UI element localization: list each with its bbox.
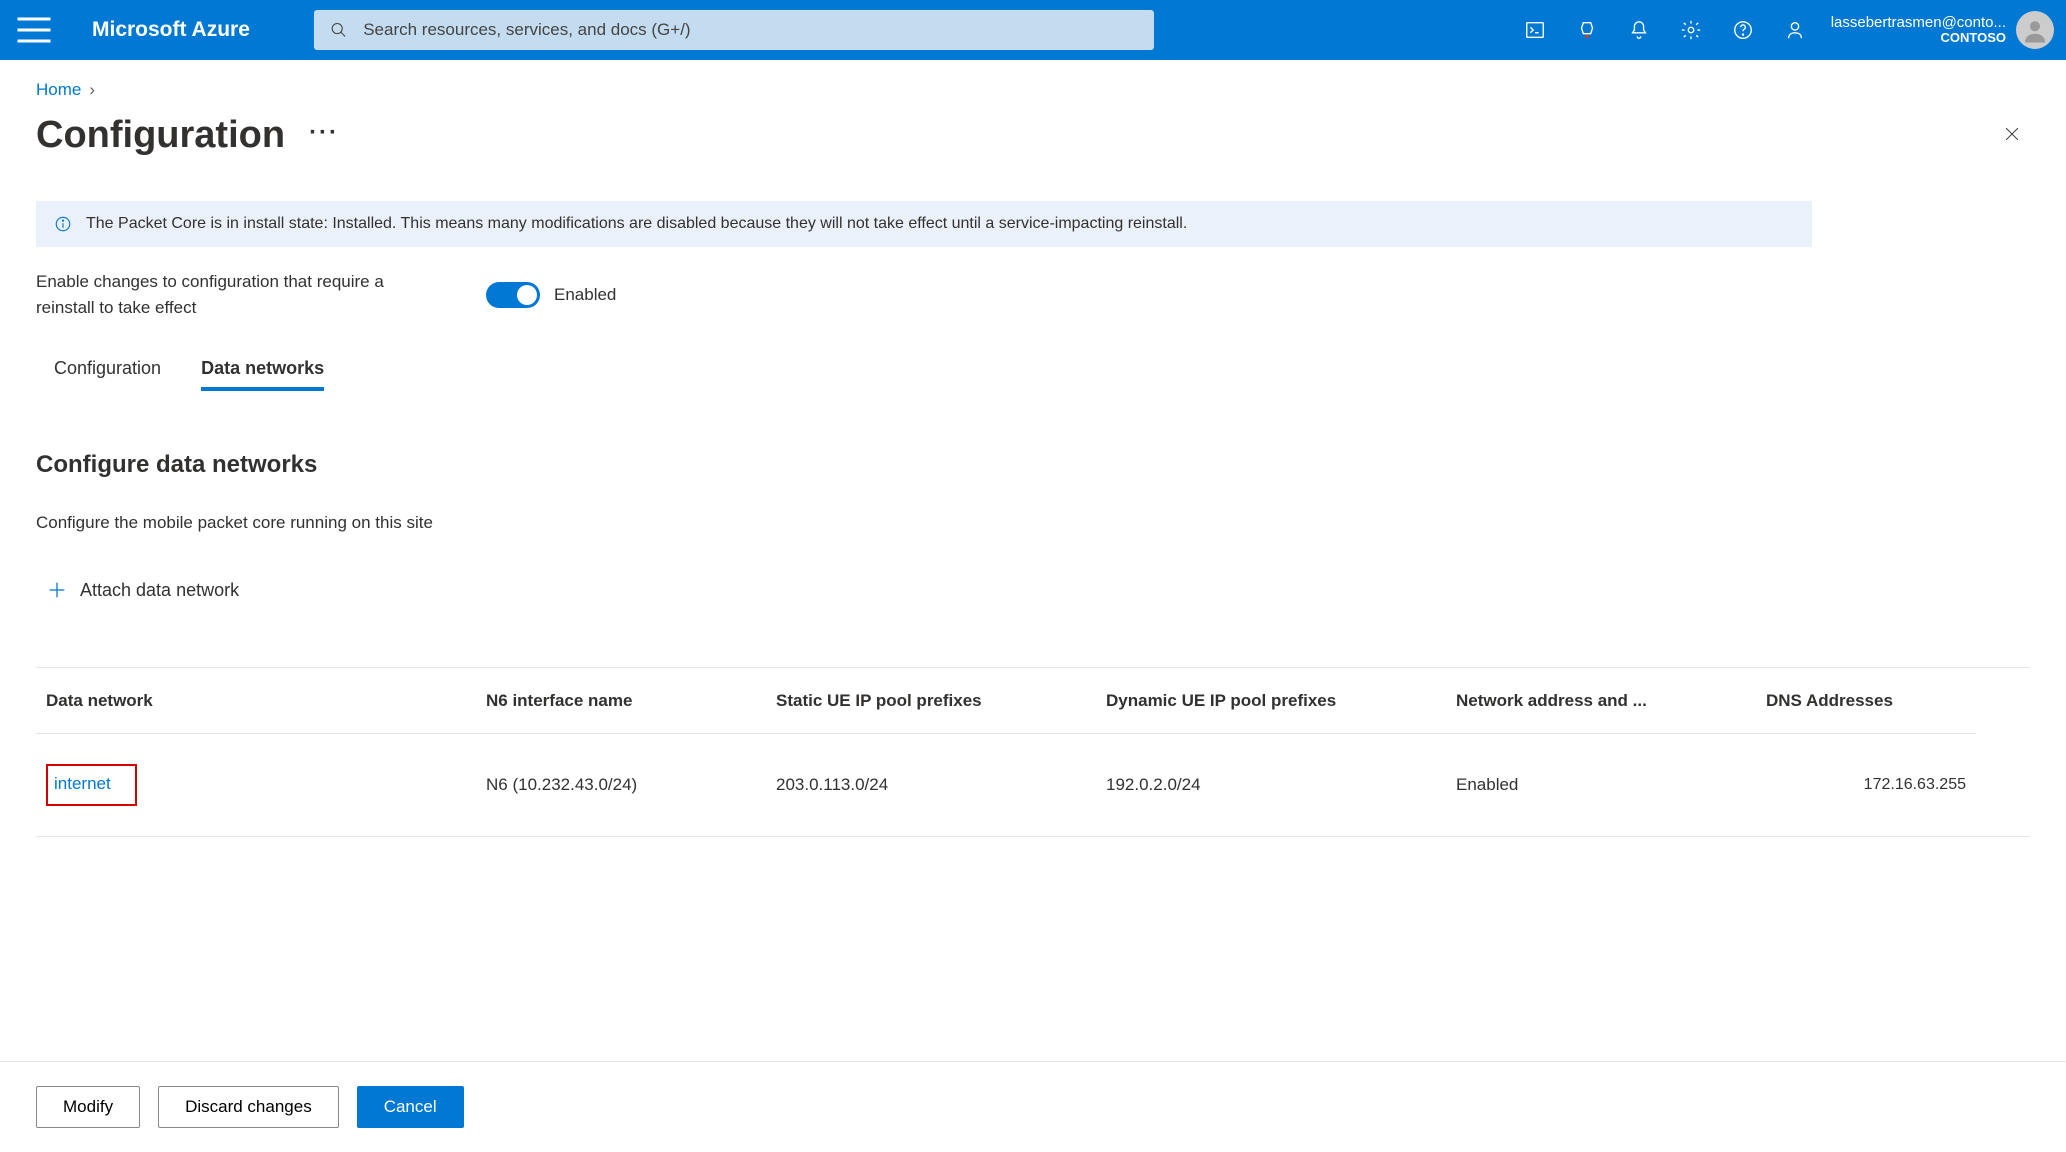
col-dynamic-ue[interactable]: Dynamic UE IP pool prefixes bbox=[1096, 668, 1446, 733]
breadcrumb: Home › bbox=[36, 80, 2030, 100]
breadcrumb-home[interactable]: Home bbox=[36, 80, 81, 100]
help-icon[interactable] bbox=[1717, 0, 1769, 60]
reinstall-toggle-label: Enable changes to configuration that req… bbox=[36, 269, 436, 320]
chevron-right-icon: › bbox=[89, 80, 95, 100]
section-description: Configure the mobile packet core running… bbox=[36, 513, 2030, 533]
tab-data-networks[interactable]: Data networks bbox=[201, 350, 324, 391]
info-banner-text: The Packet Core is in install state: Ins… bbox=[86, 215, 1187, 233]
col-nat[interactable]: Network address and ... bbox=[1446, 668, 1756, 733]
copilot-icon[interactable] bbox=[1561, 0, 1613, 60]
global-search[interactable] bbox=[314, 10, 1154, 50]
cell-dynamic-ue: 192.0.2.0/24 bbox=[1096, 733, 1446, 836]
table-row: internet bbox=[36, 733, 476, 836]
account-menu[interactable]: lassebertrasmen@conto... CONTOSO bbox=[1831, 11, 2054, 49]
attach-data-network-label: Attach data network bbox=[80, 580, 239, 601]
col-data-network[interactable]: Data network bbox=[36, 668, 476, 733]
reinstall-toggle[interactable] bbox=[486, 282, 540, 308]
tab-configuration[interactable]: Configuration bbox=[54, 350, 161, 391]
cell-static-ue: 203.0.113.0/24 bbox=[766, 733, 1096, 836]
search-icon bbox=[330, 21, 347, 39]
col-static-ue[interactable]: Static UE IP pool prefixes bbox=[766, 668, 1096, 733]
cell-n6: N6 (10.232.43.0/24) bbox=[476, 733, 766, 836]
brand-home-link[interactable]: Microsoft Azure bbox=[92, 18, 250, 42]
discard-changes-button[interactable]: Discard changes bbox=[158, 1086, 339, 1128]
cell-nat: Enabled bbox=[1446, 733, 1756, 836]
cloud-shell-icon[interactable] bbox=[1509, 0, 1561, 60]
hamburger-menu[interactable] bbox=[12, 8, 56, 52]
account-email: lassebertrasmen@conto... bbox=[1831, 14, 2006, 31]
cell-dns: 172.16.63.255 bbox=[1756, 733, 1976, 836]
account-tenant: CONTOSO bbox=[1831, 31, 2006, 46]
info-banner: The Packet Core is in install state: Ins… bbox=[36, 201, 1812, 247]
reinstall-toggle-state: Enabled bbox=[554, 285, 616, 305]
global-search-input[interactable] bbox=[361, 19, 1138, 41]
data-networks-table: Data network N6 interface name Static UE… bbox=[36, 667, 2030, 837]
cancel-button[interactable]: Cancel bbox=[357, 1086, 464, 1128]
notifications-icon[interactable] bbox=[1613, 0, 1665, 60]
page-title: Configuration bbox=[36, 114, 285, 157]
close-blade-button[interactable] bbox=[1994, 116, 2030, 155]
settings-icon[interactable] bbox=[1665, 0, 1717, 60]
info-icon bbox=[54, 215, 72, 233]
section-heading: Configure data networks bbox=[36, 451, 2030, 479]
avatar bbox=[2016, 11, 2054, 49]
data-network-link[interactable]: internet bbox=[46, 764, 137, 806]
col-n6[interactable]: N6 interface name bbox=[476, 668, 766, 733]
attach-data-network-button[interactable]: Attach data network bbox=[36, 579, 239, 601]
plus-icon bbox=[46, 579, 68, 601]
modify-button[interactable]: Modify bbox=[36, 1086, 140, 1128]
feedback-icon[interactable] bbox=[1769, 0, 1821, 60]
more-actions-button[interactable]: ··· bbox=[309, 119, 339, 153]
col-dns[interactable]: DNS Addresses bbox=[1756, 668, 1976, 733]
